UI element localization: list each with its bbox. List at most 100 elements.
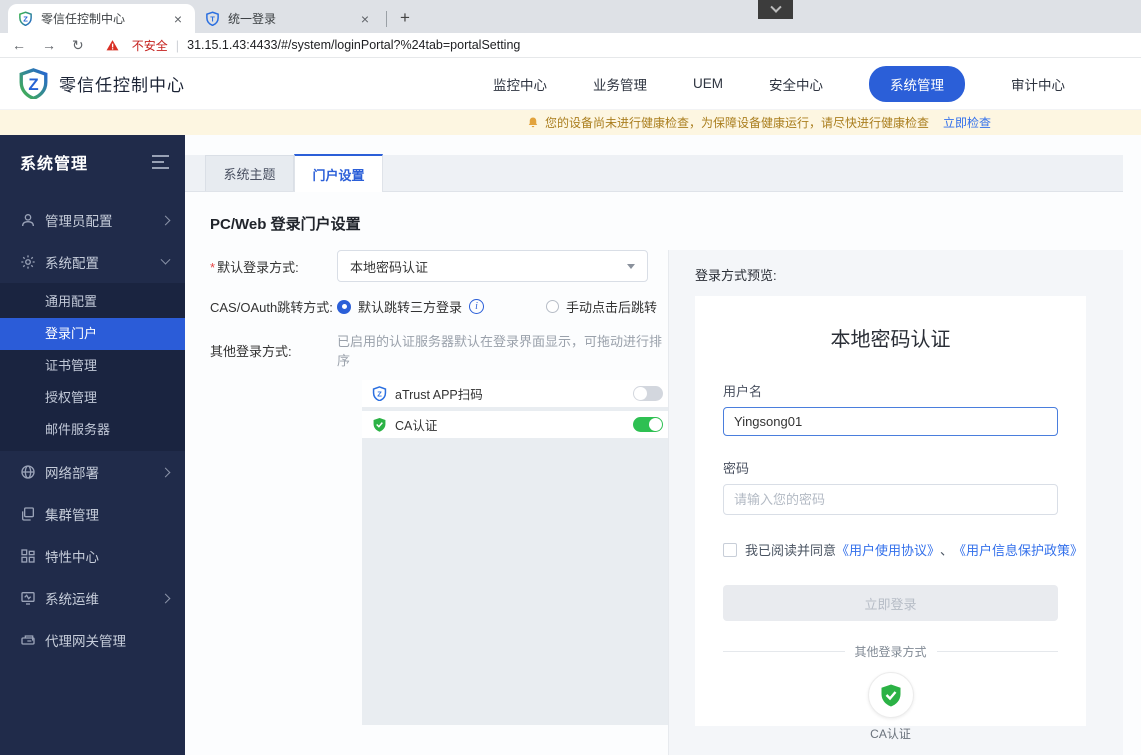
other-methods-divider: 其他登录方式 xyxy=(723,643,1059,660)
sidebar-item-system-config[interactable]: 系统配置 xyxy=(0,241,185,283)
radio-default-redirect[interactable] xyxy=(337,299,351,314)
agreement-checkbox[interactable] xyxy=(723,542,737,557)
gateway-icon xyxy=(21,635,35,645)
svg-text:Z: Z xyxy=(377,390,382,399)
sidebar-item-cluster-management[interactable]: 集群管理 xyxy=(0,493,185,535)
tab-separator xyxy=(386,11,387,27)
bell-icon xyxy=(528,117,538,128)
sidebar-item-admin-config[interactable]: 管理员配置 xyxy=(0,199,185,241)
chevron-down-icon xyxy=(160,254,171,265)
new-tab-button[interactable]: + xyxy=(393,6,417,30)
privacy-policy-link[interactable]: 《用户信息保护政策》 xyxy=(953,540,1083,559)
main-content: 系统主题 门户设置 PC/Web 登录门户设置 * 默认登录方式: 本地密码认证 … xyxy=(185,135,1141,755)
sidebar-item-authorization-management[interactable]: 授权管理 xyxy=(0,382,185,414)
shield-t-favicon-icon: T xyxy=(206,11,219,26)
radio-manual-redirect[interactable] xyxy=(546,300,560,313)
tab-close-icon[interactable]: × xyxy=(171,11,185,27)
info-icon[interactable]: i xyxy=(469,299,485,314)
svg-text:Z: Z xyxy=(28,75,38,94)
default-login-label: * 默认登录方式: xyxy=(210,259,299,275)
back-button[interactable]: ← xyxy=(12,37,26,53)
tab-system-theme[interactable]: 系统主题 xyxy=(205,155,294,191)
ca-shield-check-icon xyxy=(881,684,900,707)
ca-auth-label: CA认证 xyxy=(870,727,911,741)
forward-button[interactable]: → xyxy=(42,37,56,53)
browser-tab-zero-trust[interactable]: Z 零信任控制中心 × xyxy=(8,4,195,33)
system-config-submenu: 通用配置 登录门户 证书管理 授权管理 邮件服务器 xyxy=(0,283,185,451)
check-now-link[interactable]: 立即检查 xyxy=(943,114,991,131)
atrust-shield-icon: Z xyxy=(372,386,387,401)
app-header: Z 零信任控制中心 监控中心 业务管理 UEM 安全中心 系统管理 审计中心 xyxy=(0,58,1141,110)
sidebar-item-system-operations[interactable]: 系统运维 xyxy=(0,577,185,619)
chevron-down-icon xyxy=(769,1,782,13)
cas-oauth-label: CAS/OAuth跳转方式: xyxy=(210,300,333,315)
collapse-sidebar-icon[interactable] xyxy=(152,155,169,169)
agreement-separator: 、 xyxy=(940,543,954,558)
user-icon xyxy=(22,214,34,227)
selected-value: 本地密码认证 xyxy=(350,259,429,275)
user-agreement-link[interactable]: 《用户使用协议》 xyxy=(836,540,940,559)
chevron-right-icon xyxy=(160,593,171,603)
sidebar-item-mail-server[interactable]: 邮件服务器 xyxy=(0,414,185,446)
screen: Z 零信任控制中心 × T 统一登录 × + ← → ↻ 不安全 | 31.15… xyxy=(0,0,1141,755)
url-separator: | xyxy=(175,37,180,53)
nav-system-management[interactable]: 系统管理 xyxy=(869,65,965,102)
address-bar-url[interactable]: 31.15.1.43:4433/#/system/loginPortal?%24… xyxy=(187,38,520,52)
app-title: 零信任控制中心 xyxy=(59,76,185,95)
agreement-row: 我已阅读并同意 《用户使用协议》 、 《用户信息保护政策》 xyxy=(723,540,1083,559)
drag-sort-hint: 已启用的认证服务器默认在登录界面显示，可拖动进行排序 xyxy=(337,334,663,368)
toggle-knob xyxy=(649,418,662,431)
sidebar-item-proxy-gateway-management[interactable]: 代理网关管理 xyxy=(0,619,185,661)
divider-text: 其他登录方式 xyxy=(854,645,927,659)
shield-z-favicon-icon: Z xyxy=(19,11,32,26)
app-logo-icon: Z xyxy=(19,68,48,99)
top-navigation: 监控中心 业务管理 UEM 安全中心 系统管理 审计中心 xyxy=(493,65,1065,102)
chevron-down-icon xyxy=(627,263,635,269)
nav-security-center[interactable]: 安全中心 xyxy=(769,74,823,94)
chevron-right-icon xyxy=(160,467,171,477)
password-input[interactable] xyxy=(723,484,1058,515)
page-tabs: 系统主题 门户设置 xyxy=(185,154,1123,192)
screen-share-dropdown-button[interactable] xyxy=(758,0,793,19)
browser-tabbar: Z 零信任控制中心 × T 统一登录 × + xyxy=(0,0,1141,33)
sidebar-item-certificate-management[interactable]: 证书管理 xyxy=(0,350,185,382)
browser-tab-unified-login[interactable]: T 统一登录 × xyxy=(195,4,382,33)
toggle-knob xyxy=(634,387,647,400)
warning-triangle-icon xyxy=(106,39,124,52)
not-secure-label[interactable]: 不安全 xyxy=(132,37,168,54)
auth-server-row-atrust[interactable]: Z aTrust APP扫码 xyxy=(362,380,673,407)
tab-close-icon[interactable]: × xyxy=(358,11,372,27)
preview-label: 登录方式预览: xyxy=(695,268,777,283)
username-input[interactable] xyxy=(723,407,1058,436)
login-button[interactable]: 立即登录 xyxy=(723,585,1058,621)
chevron-right-icon xyxy=(160,215,171,225)
nav-monitor-center[interactable]: 监控中心 xyxy=(493,74,547,94)
agreement-text: 我已阅读并同意 xyxy=(745,543,837,558)
toggle-ca-on[interactable] xyxy=(633,417,663,432)
nav-audit-center[interactable]: 审计中心 xyxy=(1011,74,1065,94)
other-login-label: 其他登录方式: xyxy=(210,343,292,359)
sidebar-item-feature-center[interactable]: 特性中心 xyxy=(0,535,185,577)
username-label: 用户名 xyxy=(723,384,763,399)
tab-portal-setting[interactable]: 门户设置 xyxy=(294,154,383,192)
sidebar-item-general-config[interactable]: 通用配置 xyxy=(0,286,185,318)
refresh-button[interactable]: ↻ xyxy=(72,37,84,54)
login-preview-panel: 登录方式预览: 本地密码认证 用户名 密码 我已阅读并同意 《用户使用协议》 、… xyxy=(668,250,1123,755)
globe-icon xyxy=(21,465,35,479)
default-login-select[interactable]: 本地密码认证 xyxy=(337,250,648,282)
sidebar-item-login-portal[interactable]: 登录门户 xyxy=(0,318,185,350)
auth-server-drag-list: Z aTrust APP扫码 CA认证 xyxy=(362,380,673,725)
svg-text:Z: Z xyxy=(23,14,28,23)
ca-auth-button[interactable] xyxy=(867,672,914,718)
sidebar-item-network-deployment[interactable]: 网络部署 xyxy=(0,451,185,493)
nav-business-management[interactable]: 业务管理 xyxy=(593,74,647,94)
password-label: 密码 xyxy=(723,461,750,476)
server-name: CA认证 xyxy=(395,419,438,433)
radio-label[interactable]: 默认跳转三方登录 xyxy=(358,297,462,316)
radio-label[interactable]: 手动点击后跳转 xyxy=(566,297,657,316)
ca-auth-method: CA认证 xyxy=(723,672,1058,742)
login-title: 本地密码认证 xyxy=(830,329,951,351)
toggle-atrust-off[interactable] xyxy=(633,386,663,401)
nav-uem[interactable]: UEM xyxy=(693,76,723,91)
auth-server-row-ca[interactable]: CA认证 xyxy=(362,411,673,438)
